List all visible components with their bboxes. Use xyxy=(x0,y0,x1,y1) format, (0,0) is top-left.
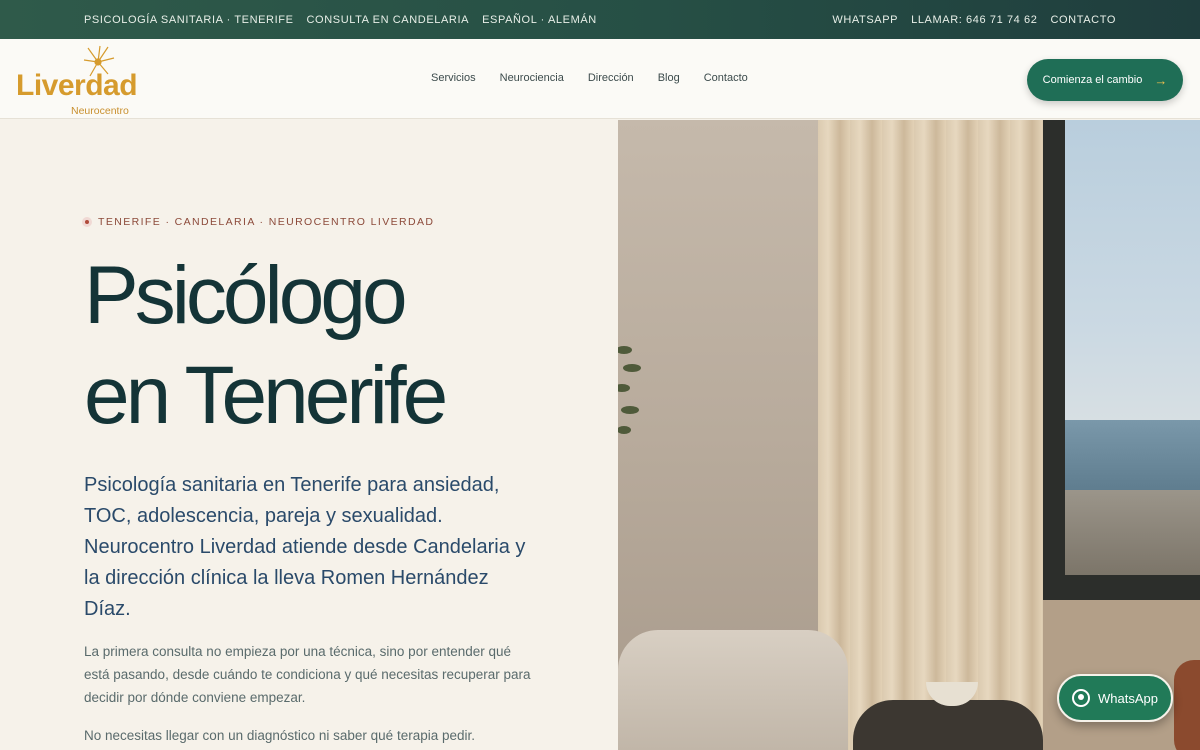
image-window-sea xyxy=(1065,420,1200,490)
title-line-2: en Tenerife xyxy=(84,350,448,441)
whatsapp-floating-button[interactable]: WhatsApp xyxy=(1057,674,1173,722)
topbar-link-whatsapp[interactable]: WHATSAPP xyxy=(832,14,898,26)
hero-text: TENERIFE · CANDELARIA · NEUROCENTRO LIVE… xyxy=(0,120,618,750)
image-curtain xyxy=(818,120,1048,750)
eyebrow-text: TENERIFE · CANDELARIA · NEUROCENTRO LIVE… xyxy=(98,216,435,228)
nav-item-blog[interactable]: Blog xyxy=(658,72,680,84)
whatsapp-label: WhatsApp xyxy=(1098,690,1158,706)
nav-item-contacto[interactable]: Contacto xyxy=(704,72,748,84)
logo-subtitle: Neurocentro xyxy=(71,105,129,117)
hero-eyebrow: TENERIFE · CANDELARIA · NEUROCENTRO LIVE… xyxy=(82,216,434,228)
topbar-link-contacto[interactable]: CONTACTO xyxy=(1050,14,1116,26)
hero-body-1: La primera consulta no empieza por una t… xyxy=(84,644,531,705)
cta-label: Comienza el cambio xyxy=(1042,74,1143,86)
site-header: Liverdad Neurocentro Servicios Neurocien… xyxy=(0,39,1200,119)
image-window-land xyxy=(1065,490,1200,575)
hero-lead: Psicología sanitaria en Tenerife para an… xyxy=(84,474,526,620)
topbar-link-llamar[interactable]: LLAMAR: 646 71 74 62 xyxy=(911,14,1037,26)
image-chair xyxy=(1174,660,1200,750)
arrow-right-icon: → xyxy=(1154,72,1168,88)
title-line-1: Psicólogo xyxy=(84,250,408,341)
nav-item-servicios[interactable]: Servicios xyxy=(431,72,476,84)
topbar-link-consulta[interactable]: CONSULTA EN CANDELARIA xyxy=(307,14,470,26)
image-sofa xyxy=(618,630,848,750)
location-dot-icon xyxy=(82,217,92,227)
hero-image xyxy=(618,120,1200,750)
top-bar: PSICOLOGÍA SANITARIA · TENERIFE CONSULTA… xyxy=(0,0,1200,39)
plant-illustration xyxy=(618,346,641,434)
image-side-table xyxy=(853,700,1043,750)
nav-item-neurociencia[interactable]: Neurociencia xyxy=(500,72,564,84)
topbar-link-psicologia[interactable]: PSICOLOGÍA SANITARIA · TENERIFE xyxy=(84,14,294,26)
logo[interactable]: Liverdad Neurocentro xyxy=(16,45,156,117)
image-window-sky xyxy=(1065,120,1200,420)
logo-wordmark: Liverdad xyxy=(16,69,138,102)
topbar-link-idiomas[interactable]: ESPAÑOL · ALEMÁN xyxy=(482,14,597,26)
comienza-el-cambio-button[interactable]: Comienza el cambio → xyxy=(1027,59,1183,101)
top-bar-left: PSICOLOGÍA SANITARIA · TENERIFE CONSULTA… xyxy=(84,14,597,26)
top-bar-right: WHATSAPP LLAMAR: 646 71 74 62 CONTACTO xyxy=(832,14,1116,26)
nav-item-direccion[interactable]: Dirección xyxy=(588,72,634,84)
main-nav: Servicios Neurociencia Dirección Blog Co… xyxy=(431,72,748,84)
page-title: Psicólogo en Tenerife xyxy=(84,246,448,446)
whatsapp-icon xyxy=(1072,689,1090,707)
hero-body-2: No necesitas llegar con un diagnóstico n… xyxy=(84,728,475,743)
